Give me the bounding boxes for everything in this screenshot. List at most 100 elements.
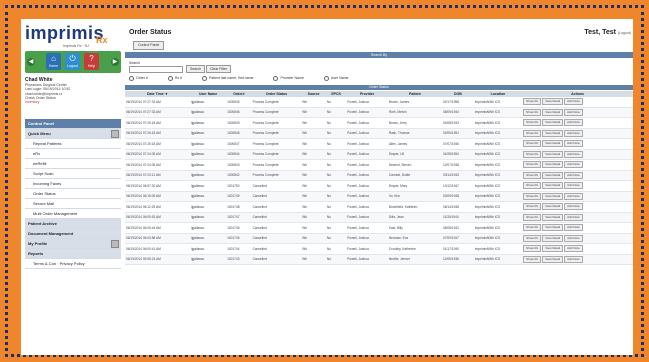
table-cell: Process Complete <box>251 138 302 150</box>
add-note-button[interactable]: Add Note <box>564 150 583 158</box>
menu-item[interactable]: Repeat Patients <box>25 139 121 149</box>
show-rx-button[interactable]: Show Rx <box>523 245 542 253</box>
search-radio[interactable]: Rx # <box>167 76 192 81</box>
add-note-button[interactable]: Add Note <box>564 224 583 232</box>
table-row: 06/19/2014 06:03:58 AM ljgallasso 1001745 C… <box>125 233 633 244</box>
menu-item[interactable]: Document Management <box>25 229 121 239</box>
forward-arrow-icon[interactable]: ▶ <box>111 58 119 66</box>
search-button[interactable]: Search <box>186 65 206 73</box>
view-detail-button[interactable]: View Detail <box>542 140 564 148</box>
view-detail-button[interactable]: View Detail <box>542 234 564 242</box>
menu-item[interactable]: My Profile <box>25 239 121 249</box>
view-detail-button[interactable]: View Detail <box>542 182 564 190</box>
table-cell: 1000846 <box>226 107 252 118</box>
show-rx-button[interactable]: Show Rx <box>523 171 542 179</box>
search-radio[interactable]: User Name <box>323 76 359 81</box>
logo-subtitle: Imprimis Rx · NJ <box>63 44 89 48</box>
add-note-button[interactable]: Add Note <box>564 98 583 106</box>
show-rx-button[interactable]: Show Rx <box>523 255 542 263</box>
back-arrow-icon[interactable]: ◀ <box>27 58 35 66</box>
control-panel-button[interactable]: Control Panel <box>133 41 165 50</box>
view-detail-button[interactable]: View Detail <box>542 224 564 232</box>
view-detail-button[interactable]: View Detail <box>542 255 564 263</box>
menu-item[interactable]: Terms & Con · Privacy Policy <box>25 259 121 269</box>
add-note-button[interactable]: Add Note <box>564 129 583 137</box>
help-icon: ? <box>89 54 94 63</box>
search-radio[interactable]: Patient last name, first name <box>202 76 263 81</box>
show-rx-button[interactable]: Show Rx <box>523 182 542 190</box>
search-radio[interactable]: Provider Name <box>273 76 313 81</box>
menu-item[interactable]: eRx <box>25 149 121 159</box>
view-detail-button[interactable]: View Detail <box>542 108 564 116</box>
view-detail-button[interactable]: View Detail <box>542 119 564 127</box>
menu-item[interactable]: Patient Archive <box>25 219 121 229</box>
show-rx-button[interactable]: Show Rx <box>523 108 542 116</box>
table-cell: ImprimisNWh ICS <box>473 159 523 171</box>
add-note-button[interactable]: Add Note <box>564 234 583 242</box>
view-detail-button[interactable]: View Detail <box>542 213 564 221</box>
show-rx-button[interactable]: Show Rx <box>523 150 542 158</box>
menu-item[interactable]: Multi Order Management <box>25 209 121 219</box>
show-rx-button[interactable]: Show Rx <box>523 192 542 200</box>
menu-item[interactable]: Secure Mail <box>25 199 121 209</box>
show-rx-button[interactable]: Show Rx <box>523 140 542 148</box>
expand-icon[interactable] <box>111 130 119 138</box>
table-cell: Wh <box>301 170 326 181</box>
add-note-button[interactable]: Add Note <box>564 108 583 116</box>
menu-item[interactable]: Order Status <box>25 189 121 199</box>
add-note-button[interactable]: Add Note <box>564 203 583 211</box>
actions-cell: Show Rx View Detail Add Note <box>522 159 633 171</box>
add-note-button[interactable]: Add Note <box>564 171 583 179</box>
view-detail-button[interactable]: View Detail <box>542 245 564 253</box>
table-cell: 06/19/2014 05:55:24 AM <box>125 254 191 265</box>
add-note-button[interactable]: Add Note <box>564 213 583 221</box>
search-radio[interactable]: Order # <box>129 76 158 81</box>
table-cell: No <box>325 107 347 118</box>
menu-item[interactable]: Quick Menu <box>25 129 121 139</box>
add-note-button[interactable]: Add Note <box>564 182 583 190</box>
add-note-button[interactable]: Add Note <box>564 161 583 169</box>
home-button[interactable]: ⌂ Home <box>46 53 61 70</box>
imprimis-logo: imprimis <box>25 23 105 43</box>
table-cell: ljgallasso <box>190 243 227 255</box>
show-rx-button[interactable]: Show Rx <box>523 98 542 106</box>
menu-item[interactable]: Control Panel <box>25 119 121 129</box>
table-cell: 01/17/1940 <box>441 243 474 255</box>
view-detail-button[interactable]: View Detail <box>542 203 564 211</box>
expand-icon[interactable] <box>111 240 119 248</box>
menu-item[interactable]: eeRefill <box>25 159 121 169</box>
search-input[interactable] <box>129 66 183 73</box>
show-rx-button[interactable]: Show Rx <box>523 213 542 221</box>
help-button[interactable]: ? Help <box>84 53 99 70</box>
add-note-button[interactable]: Add Note <box>564 255 583 263</box>
table-cell: 06/19/2014 06:15:09 AM <box>125 191 191 202</box>
table-cell: No <box>325 159 347 171</box>
show-rx-button[interactable]: Show Rx <box>523 119 542 127</box>
table-cell: 06/19/2014 07:27:33 AM <box>125 97 191 108</box>
show-rx-button[interactable]: Show Rx <box>523 129 542 137</box>
table-cell: Cancelled <box>251 191 302 202</box>
show-rx-button[interactable]: Show Rx <box>523 203 542 211</box>
view-detail-button[interactable]: View Detail <box>542 98 564 106</box>
view-detail-button[interactable]: View Detail <box>542 171 564 179</box>
menu-item[interactable]: Incoming Faxes <box>25 179 121 189</box>
view-detail-button[interactable]: View Detail <box>542 129 564 137</box>
view-detail-button[interactable]: View Detail <box>542 161 564 169</box>
add-note-button[interactable]: Add Note <box>564 140 583 148</box>
actions-cell: Show Rx View Detail Add Note <box>522 201 633 213</box>
logout-button[interactable]: ⏻ Logout <box>65 53 80 70</box>
table-cell: Cancelled <box>251 212 302 223</box>
show-rx-button[interactable]: Show Rx <box>523 161 542 169</box>
show-rx-button[interactable]: Show Rx <box>523 224 542 232</box>
view-detail-button[interactable]: View Detail <box>542 192 564 200</box>
table-cell: Process Complete <box>251 149 302 160</box>
add-note-button[interactable]: Add Note <box>564 192 583 200</box>
add-note-button[interactable]: Add Note <box>564 119 583 127</box>
user-name[interactable]: Test, Test (Logout) <box>584 29 631 36</box>
menu-item[interactable]: Script Scan <box>25 169 121 179</box>
view-detail-button[interactable]: View Detail <box>542 150 564 158</box>
clear-filter-button[interactable]: Clear Filter <box>206 65 232 73</box>
add-note-button[interactable]: Add Note <box>564 245 583 253</box>
menu-item[interactable]: Reports <box>25 249 121 259</box>
show-rx-button[interactable]: Show Rx <box>523 234 542 242</box>
